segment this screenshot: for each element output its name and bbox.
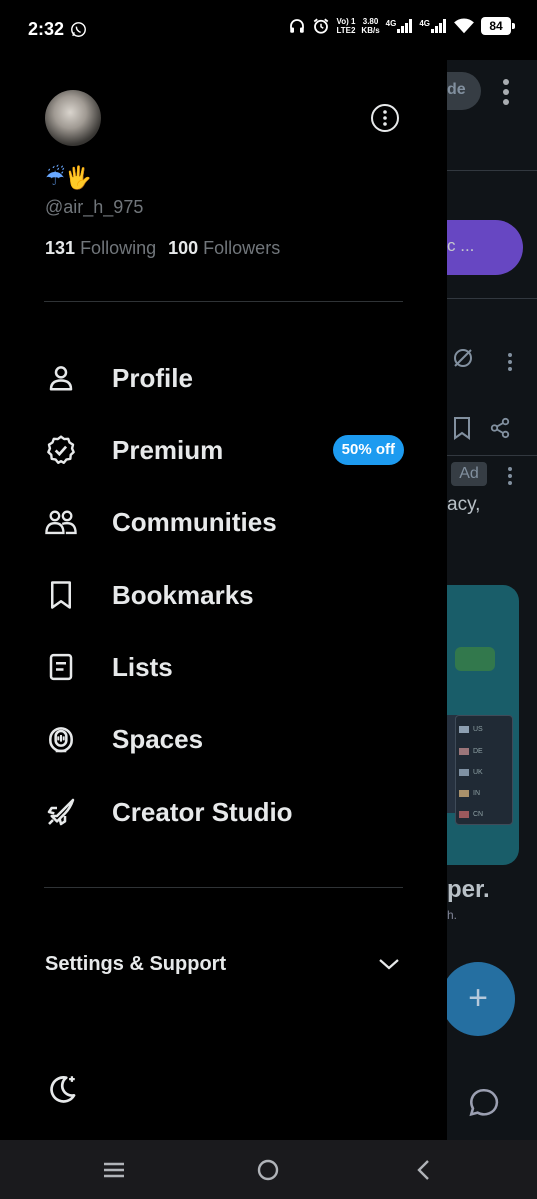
status-bar: 2:32 Vo) 1 LTE2 3.80 KB/s 4G 4G 84: [0, 0, 537, 60]
menu-item-lists[interactable]: Lists: [44, 642, 404, 692]
avatar[interactable]: [45, 90, 101, 146]
menu-label: Spaces: [112, 723, 204, 754]
menu-label: Lists: [112, 651, 173, 682]
menu-label: Communities: [112, 506, 277, 537]
background-headline: per.: [447, 876, 490, 903]
alarm-icon: [314, 18, 329, 34]
background-divider: [447, 455, 537, 456]
menu-label: Profile: [112, 362, 193, 393]
rocket-icon: [44, 795, 78, 829]
back-icon[interactable]: [410, 1156, 438, 1184]
headphones-icon: [290, 19, 305, 33]
menu-item-spaces[interactable]: Spaces: [44, 714, 404, 764]
spaces-icon: [44, 722, 78, 756]
recent-apps-icon[interactable]: [100, 1156, 128, 1184]
communities-icon: [44, 505, 78, 539]
status-icons: Vo) 1 LTE2 3.80 KB/s 4G 4G 84: [288, 17, 515, 35]
menu-item-profile[interactable]: Profile: [44, 353, 404, 403]
theme-toggle-moon-icon[interactable]: [45, 1072, 79, 1106]
background-circle-icon: [454, 349, 472, 367]
background-feed[interactable]: de c ... Ad acy, US DE UK IN CN per. h. …: [447, 60, 537, 1140]
signal-icon-2: 4G: [419, 19, 447, 33]
background-more-icon: [503, 79, 509, 105]
settings-support-label: Settings & Support: [45, 952, 227, 975]
signal-icon-1: 4G: [386, 19, 414, 33]
background-more-icon: [508, 353, 512, 371]
display-name: ☔🖐: [45, 166, 93, 191]
status-time: 2:32: [28, 19, 65, 39]
discount-badge: 50% off: [332, 435, 404, 465]
background-text: acy,: [447, 494, 481, 515]
compose-fab: +: [447, 962, 515, 1036]
settings-support-toggle[interactable]: Settings & Support: [45, 940, 403, 988]
menu-label: Premium: [112, 434, 224, 465]
home-icon[interactable]: [254, 1156, 282, 1184]
divider: [44, 887, 403, 888]
system-navigation-bar: [0, 1140, 537, 1199]
menu-item-premium[interactable]: Premium 50% off: [44, 425, 404, 475]
background-divider: [447, 170, 537, 171]
background-divider: [447, 298, 537, 299]
menu-label: Creator Studio: [112, 796, 293, 827]
menu-item-bookmarks[interactable]: Bookmarks: [44, 570, 404, 620]
menu-item-communities[interactable]: Communities: [44, 497, 404, 547]
divider: [44, 301, 403, 302]
menu-item-creator-studio[interactable]: Creator Studio: [44, 787, 404, 837]
messages-icon: [469, 1088, 499, 1117]
network-speed: 3.80 KB/s: [361, 17, 380, 35]
background-pill: de: [447, 72, 481, 110]
background-share-icon: [490, 417, 510, 439]
following-link[interactable]: 131 Following: [45, 238, 156, 259]
list-icon: [44, 650, 78, 684]
chevron-down-icon: [379, 959, 399, 970]
background-bookmark-icon: [454, 417, 470, 440]
volte-indicator: Vo) 1 LTE2: [336, 17, 356, 35]
followers-link[interactable]: 100 Followers: [168, 238, 280, 259]
navigation-drawer: ☔🖐 @air_h_975 131 Following 100 Follower…: [0, 60, 447, 1140]
user-handle: @air_h_975: [45, 197, 144, 217]
verified-badge-icon: [44, 433, 78, 467]
background-space-pill: c ...: [447, 220, 523, 275]
background-subtext: h.: [447, 908, 458, 922]
background-more-icon: [508, 467, 512, 485]
background-ad-card: US DE UK IN CN: [447, 585, 519, 865]
follow-stats: 131 Following 100 Followers: [45, 238, 280, 259]
wifi-icon: [454, 18, 474, 34]
whatsapp-icon: [71, 22, 86, 37]
battery-indicator: 84: [481, 17, 515, 35]
person-icon: [44, 361, 78, 395]
bookmark-icon: [44, 578, 78, 612]
background-ad-badge: Ad: [451, 462, 487, 486]
account-options-button[interactable]: [370, 103, 400, 133]
menu-label: Bookmarks: [112, 579, 254, 610]
